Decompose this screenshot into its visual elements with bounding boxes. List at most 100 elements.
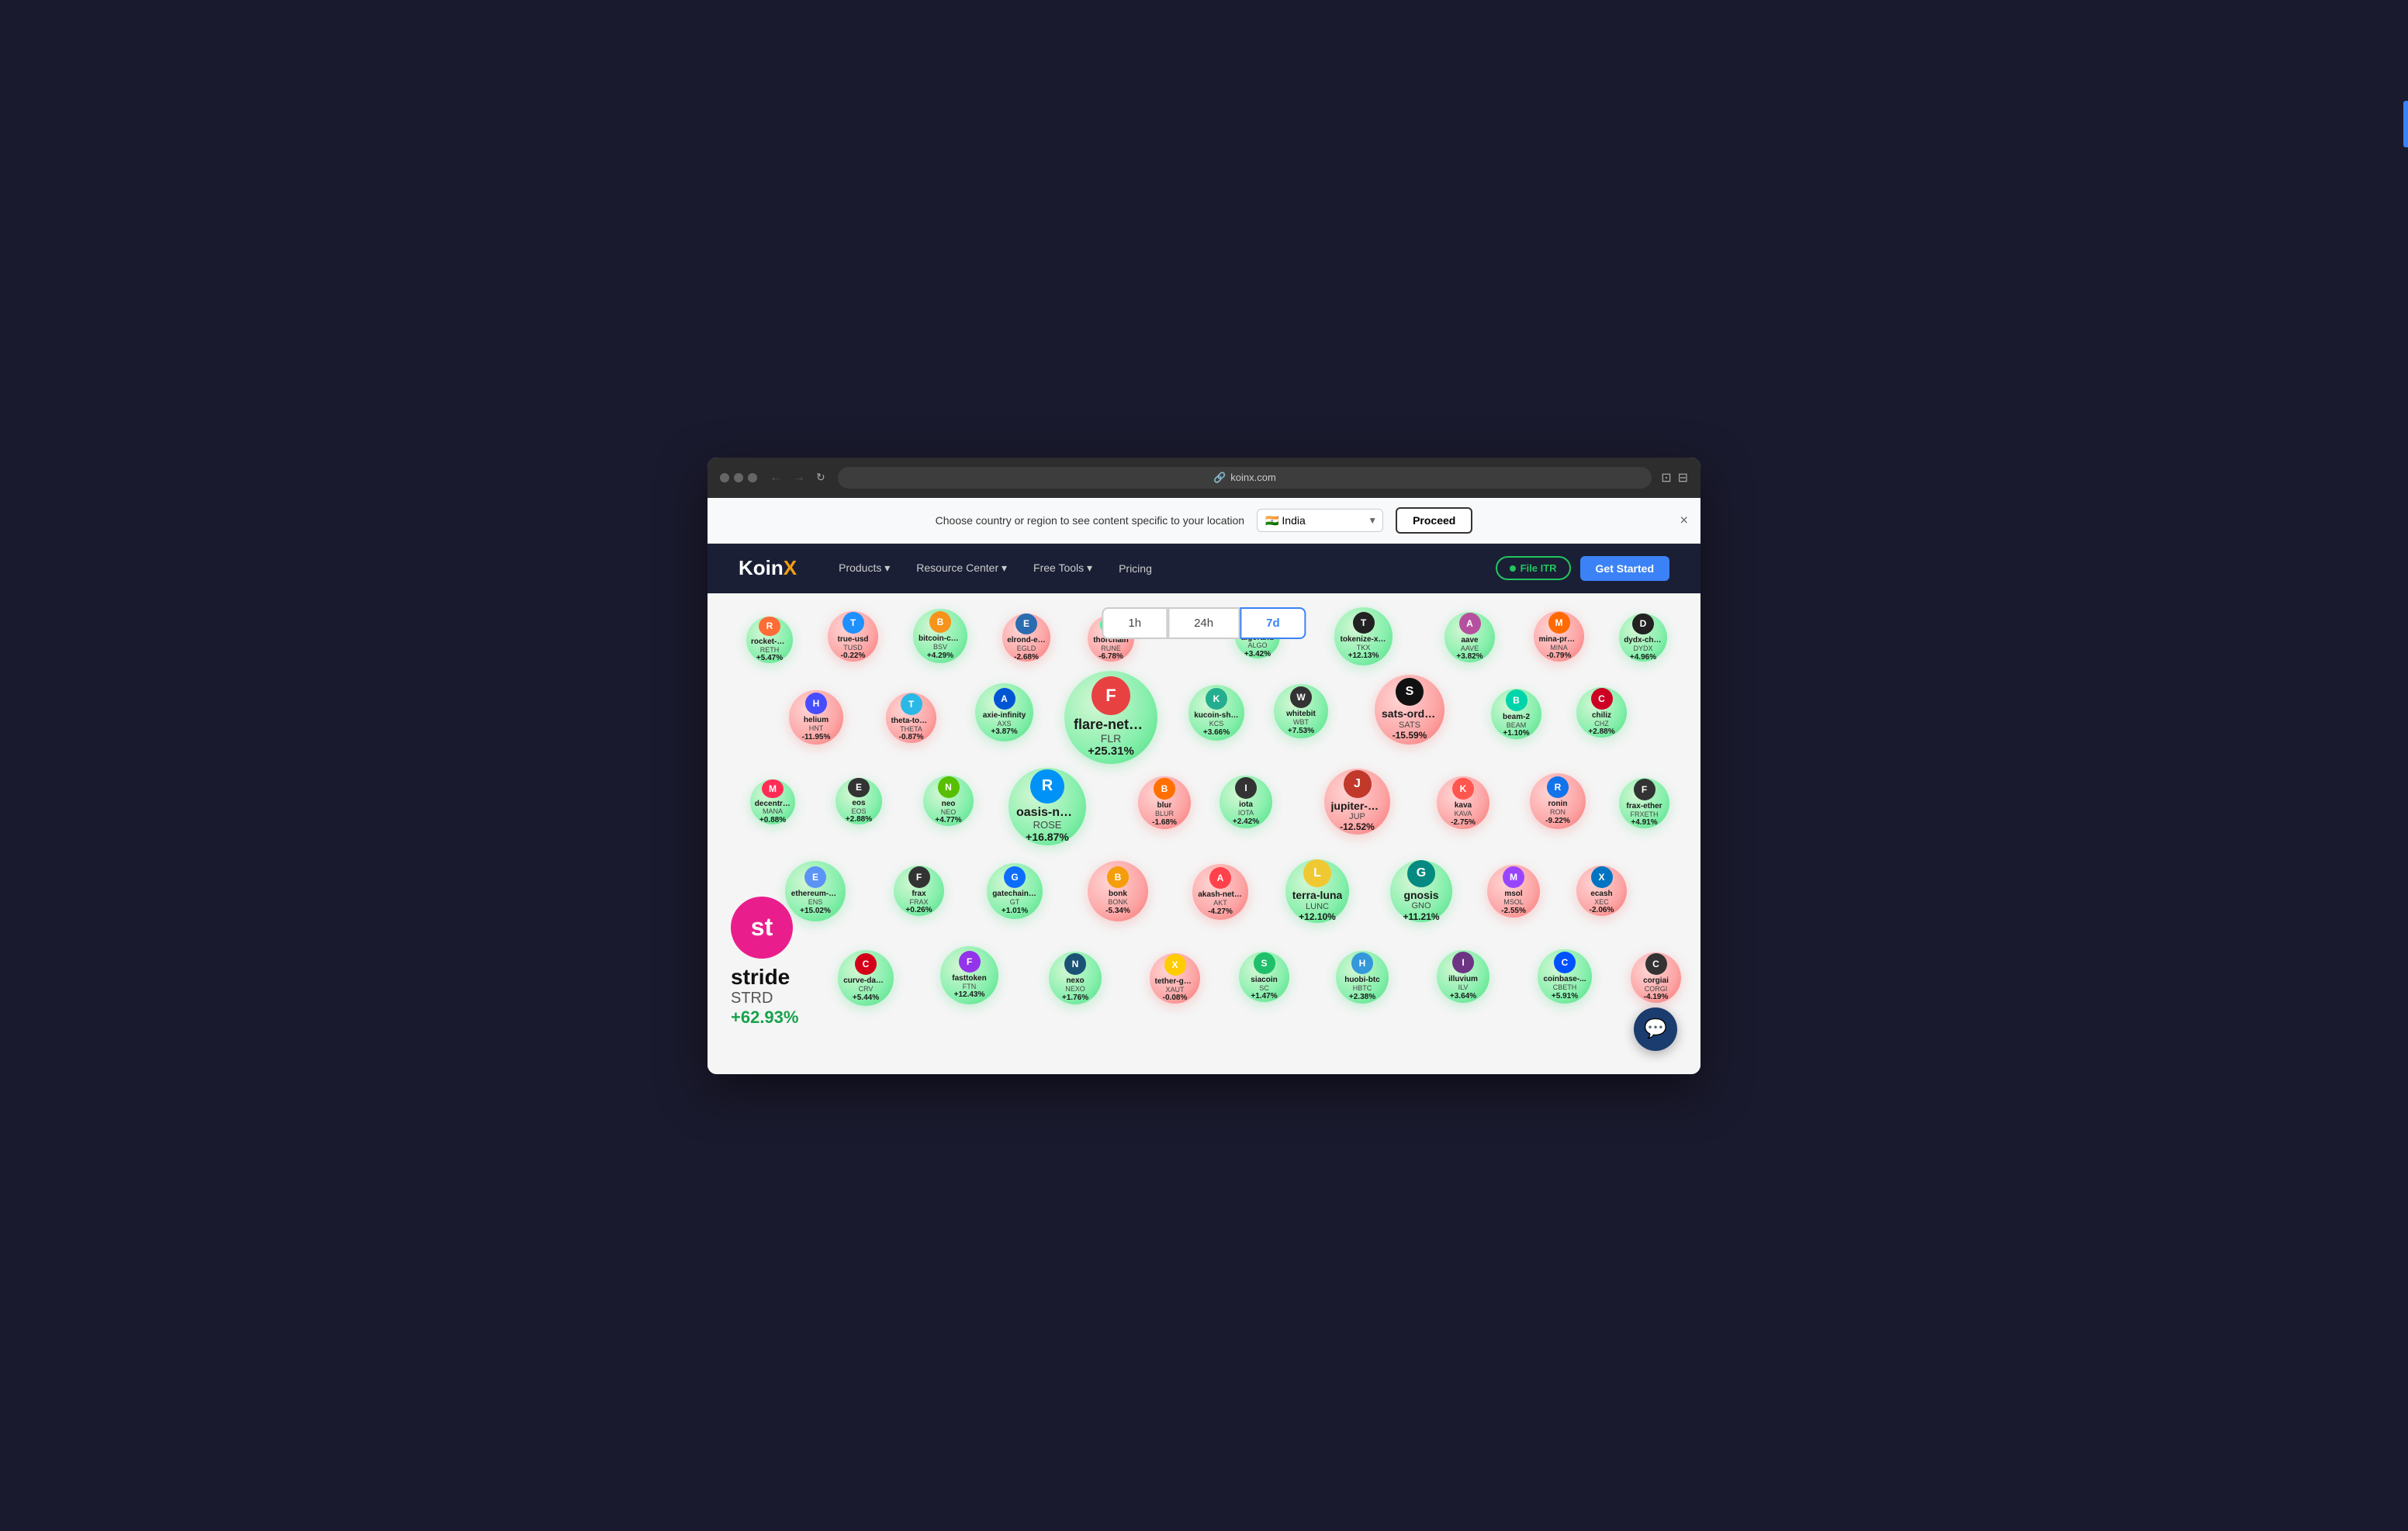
bubble-ronin[interactable]: R ronin RON -9.22%	[1530, 773, 1586, 829]
bubble-bitcoin-cash-sv[interactable]: B bitcoin-cash-sv BSV +4.29%	[913, 609, 967, 663]
bubble-tokenize-xchange[interactable]: T tokenize-xchange TKX +12.13%	[1334, 607, 1393, 665]
bubble-akash-network[interactable]: A akash-network AKT -4.27%	[1192, 864, 1248, 920]
nav-pricing[interactable]: Pricing	[1108, 556, 1163, 581]
coin-icon-coinbase-wrapped: C	[1554, 952, 1576, 973]
bubble-eos[interactable]: E eos EOS +2.88%	[836, 778, 882, 824]
bubble-jupiter-exchange[interactable]: J jupiter-exchang... JUP -12.52%	[1324, 769, 1390, 835]
bubble-gatechain-token[interactable]: G gatechain-token GT +1.01%	[987, 863, 1043, 919]
bubble-siacoin[interactable]: S siacoin SC +1.47%	[1239, 952, 1289, 1002]
stride-bubble[interactable]: st stride STRD +62.93%	[731, 897, 798, 1028]
coin-name-siacoin: siacoin	[1251, 976, 1277, 985]
coin-change-jupiter-exchange: -12.52%	[1340, 821, 1375, 832]
coin-ticker-sats-ordinals: SATS	[1399, 721, 1420, 730]
chat-button[interactable]: 💬	[1634, 1007, 1677, 1051]
proceed-button[interactable]: Proceed	[1396, 507, 1472, 534]
sidebar-button[interactable]: ⊟	[1678, 470, 1688, 486]
bubble-whitebit[interactable]: W whitebit WBT +7.53%	[1274, 684, 1328, 738]
coin-change-thorchain: -6.78%	[1098, 652, 1123, 661]
bubble-illuvium[interactable]: I illuvium ILV +3.64%	[1437, 950, 1489, 1003]
bubble-mina-protocol[interactable]: M mina-protocol MINA -0.79%	[1534, 611, 1584, 662]
coin-change-curve-dao-token: +5.44%	[853, 994, 879, 1002]
coin-icon-msol: M	[1503, 866, 1524, 888]
bubble-terra-luna[interactable]: L terra-luna LUNC +12.10%	[1285, 859, 1349, 923]
bubble-decentraland[interactable]: M decentraland MANA +0.88%	[750, 779, 795, 824]
coin-icon-mina-protocol: M	[1548, 612, 1570, 634]
bubble-true-usd[interactable]: T true-usd TUSD -0.22%	[828, 611, 878, 662]
bubble-frax-ether[interactable]: F frax-ether FRXETH +4.91%	[1619, 778, 1669, 828]
coin-change-akash-network: -4.27%	[1208, 907, 1233, 916]
bubble-elrond-erd-2[interactable]: E elrond-erd-2 EGLD -2.68%	[1002, 613, 1050, 662]
bubble-gnosis[interactable]: G gnosis GNO +11.21%	[1390, 860, 1452, 922]
time-filter-1h[interactable]: 1h	[1102, 607, 1168, 639]
nav-links: Products ▾ Resource Center ▾ Free Tools …	[828, 555, 1495, 581]
bubble-oasis-network[interactable]: R oasis-network ROSE +16.87%	[1009, 768, 1086, 845]
bubble-rocket-pool-eth[interactable]: R rocket-pool-eth RETH +5.47%	[746, 617, 793, 663]
browser-btn-3	[748, 473, 757, 482]
coin-name-neo: neo	[942, 800, 956, 809]
bubble-aave[interactable]: A aave AAVE +3.82%	[1444, 612, 1495, 662]
coin-ticker-chiliz: CHZ	[1594, 721, 1609, 728]
bubble-axie-infinity[interactable]: A axie-infinity AXS +3.87%	[975, 683, 1033, 741]
bubble-chiliz[interactable]: C chiliz CHZ +2.88%	[1576, 687, 1627, 738]
coin-ticker-helium: HNT	[809, 725, 824, 733]
bubble-coinbase-wrapped[interactable]: C coinbase-... CBETH +5.91%	[1538, 949, 1592, 1004]
coin-ticker-axie-infinity: AXS	[997, 721, 1011, 728]
coin-name-aave: aave	[1461, 636, 1478, 645]
bubble-msol[interactable]: M msol MSOL -2.55%	[1487, 865, 1540, 918]
refresh-button[interactable]: ↻	[813, 468, 829, 487]
coin-ticker-thorchain: RUNE	[1101, 645, 1121, 653]
itr-dot-icon	[1510, 565, 1516, 572]
country-select[interactable]: 🇮🇳 India 🇺🇸 United States 🇬🇧 United King…	[1257, 509, 1383, 532]
coin-change-ronin: -9.22%	[1545, 817, 1570, 825]
bubble-iota[interactable]: I iota IOTA +2.42%	[1220, 776, 1272, 828]
extensions-button[interactable]: ⊡	[1661, 470, 1671, 486]
nav-free-tools[interactable]: Free Tools ▾	[1022, 555, 1103, 581]
bubble-fasttoken[interactable]: F fasttoken FTN +12.43%	[940, 946, 998, 1004]
bubble-helium[interactable]: H helium HNT -11.95%	[789, 690, 843, 745]
bubble-dydx-chain[interactable]: D dydx-chain DYDX +4.96%	[1619, 613, 1667, 662]
nav-products[interactable]: Products ▾	[828, 555, 901, 581]
bubble-sats-ordinals[interactable]: S sats-ordinals SATS -15.59%	[1375, 675, 1444, 745]
coin-change-frax: +0.26%	[905, 906, 932, 914]
coin-name-frax-ether: frax-ether	[1626, 802, 1662, 811]
coin-change-dydx-chain: +4.96%	[1630, 653, 1656, 662]
location-banner-text: Choose country or region to see content …	[936, 514, 1244, 527]
bubble-bonk[interactable]: B bonk BONK -5.34%	[1088, 861, 1148, 921]
logo[interactable]: KoinX	[739, 556, 797, 580]
nav-resource-center[interactable]: Resource Center ▾	[905, 555, 1018, 581]
bubble-beam-2[interactable]: B beam-2 BEAM +1.10%	[1491, 689, 1541, 739]
bubble-theta-token[interactable]: T theta-token THETA -0.87%	[886, 693, 936, 743]
stride-ticker: STRD	[731, 990, 773, 1007]
bubble-tether-gold[interactable]: X tether-gold XAUT -0.08%	[1150, 953, 1200, 1004]
coin-change-decentraland: +0.88%	[759, 816, 786, 824]
site-nav: KoinX Products ▾ Resource Center ▾ Free …	[708, 544, 1700, 593]
get-started-button[interactable]: Get Started	[1580, 556, 1669, 581]
coin-icon-tether-gold: X	[1164, 954, 1186, 976]
file-itr-button[interactable]: File ITR	[1496, 556, 1571, 580]
bubble-ecash[interactable]: X ecash XEC -2.06%	[1576, 866, 1627, 916]
bubble-blur[interactable]: B blur BLUR -1.68%	[1138, 776, 1191, 829]
coin-change-true-usd: -0.22%	[841, 651, 866, 660]
coin-icon-bonk: B	[1107, 866, 1129, 888]
bubble-corgiai[interactable]: C corgiai CORGI -4.19%	[1631, 952, 1681, 1003]
address-bar[interactable]: 🔗 koinx.com	[838, 467, 1652, 489]
back-button[interactable]: ←	[766, 468, 785, 488]
bubble-kucoin-shares[interactable]: K kucoin-shares KCS +3.66%	[1188, 685, 1244, 741]
coin-change-huobi-btc: +2.38%	[1349, 993, 1375, 1001]
bubble-huobi-btc[interactable]: H huobi-btc HBTC +2.38%	[1336, 951, 1389, 1004]
close-banner-button[interactable]: ×	[1680, 512, 1688, 528]
coin-name-frax: frax	[912, 890, 925, 899]
coin-ticker-aave: AAVE	[1461, 645, 1479, 653]
coin-icon-huobi-btc: H	[1351, 952, 1373, 974]
bubble-frax[interactable]: F frax FRAX +0.26%	[894, 866, 944, 916]
time-filter-24h[interactable]: 24h	[1168, 607, 1240, 639]
bubble-curve-dao-token[interactable]: C curve-dao-token CRV +5.44%	[838, 950, 894, 1006]
forward-button[interactable]: →	[790, 468, 808, 488]
time-filter-7d[interactable]: 7d	[1240, 607, 1306, 639]
bubble-flare-networks[interactable]: F flare-networks FLR +25.31%	[1064, 671, 1157, 764]
bubble-nexo[interactable]: N nexo NEXO +1.76%	[1049, 952, 1102, 1004]
bubble-kava[interactable]: K kava KAVA -2.75%	[1437, 776, 1489, 829]
coin-name-sats-ordinals: sats-ordinals	[1382, 707, 1438, 721]
bubble-neo[interactable]: N neo NEO +4.77%	[923, 776, 974, 826]
coin-change-helium: -11.95%	[802, 733, 831, 741]
